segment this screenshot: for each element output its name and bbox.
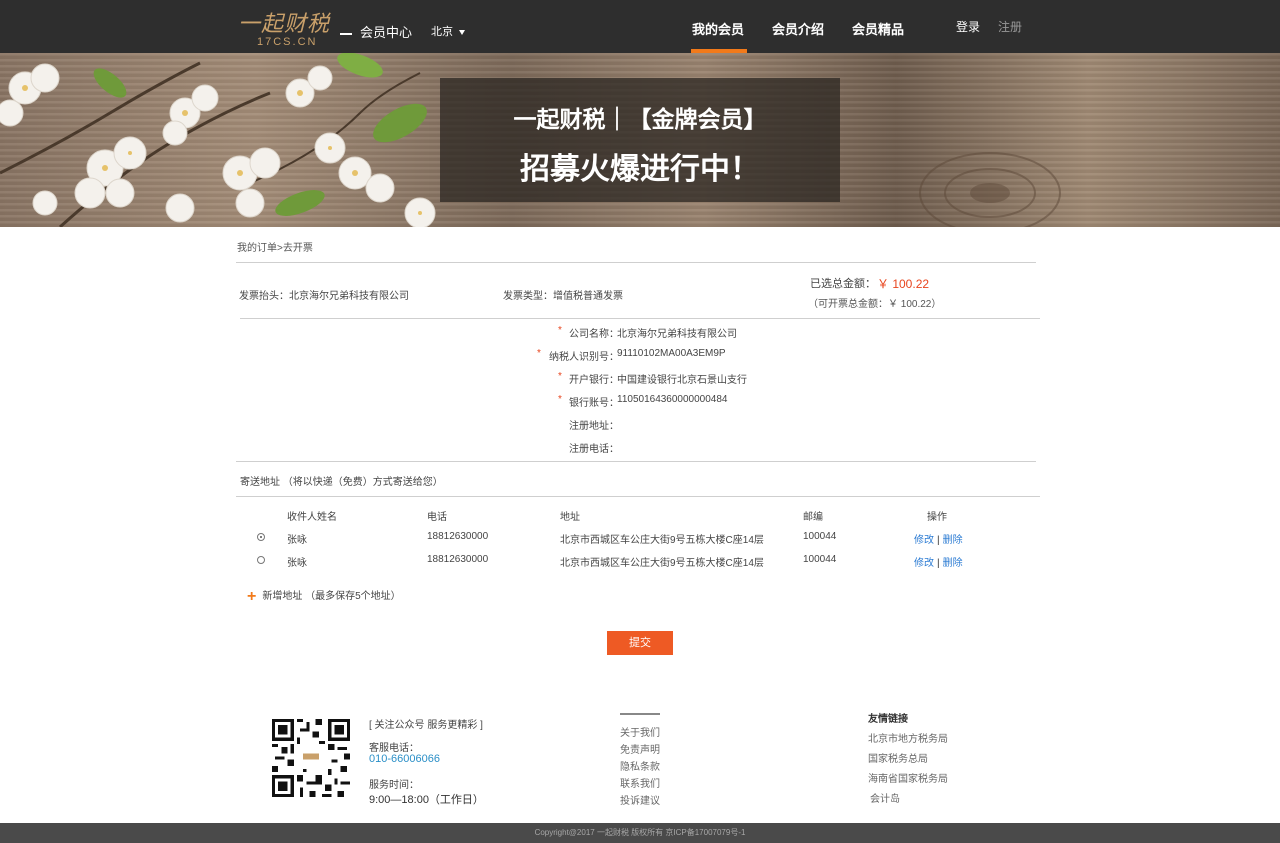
edit-link[interactable]: 修改 — [914, 558, 934, 569]
footer-link-privacy[interactable]: 隐私条款 — [620, 758, 660, 773]
invoice-title-label: 发票抬头： — [239, 291, 289, 302]
recipient-phone: 18812630000 — [427, 531, 489, 542]
friend-link-accounting-island[interactable]: 会计岛 — [870, 790, 900, 805]
add-address-label: 新增地址 （最多保存5个地址） — [262, 591, 401, 602]
column-header-actions: 操作 — [927, 512, 947, 523]
invoice-type-row: 发票类型：增值税普通发票 — [503, 287, 623, 302]
row-actions: 修改 | 删除 — [914, 554, 963, 569]
address-radio[interactable] — [257, 556, 265, 564]
footer-link-complaint[interactable]: 投诉建议 — [620, 792, 660, 807]
divider — [236, 496, 1040, 497]
invoice-type-value: 增值税普通发票 — [553, 291, 623, 302]
friend-link-hainan-tax[interactable]: 海南省国家税务局 — [868, 770, 948, 785]
city-selector[interactable]: 北京 — [431, 23, 465, 39]
divider — [236, 262, 1036, 263]
form-value[interactable]: 11050164360000000484 — [617, 394, 728, 405]
banner-text-box: 一起财税｜【金牌会员】 招募火爆进行中！ — [440, 78, 840, 202]
edit-link[interactable]: 修改 — [914, 535, 934, 546]
footer-link-contact[interactable]: 联系我们 — [620, 775, 660, 790]
invoice-title-value: 北京海尔兄弟科技有限公司 — [289, 291, 409, 302]
copyright-bar: Copyright@2017 一起财税 版权所有 京ICP备17007079号-… — [0, 823, 1280, 843]
required-mark: * — [558, 394, 562, 405]
recipient-zip: 100044 — [803, 531, 837, 542]
site-logo[interactable]: 一起财税 17CS.CN — [238, 6, 334, 50]
column-header-address: 地址 — [560, 512, 580, 523]
form-row-reg-address: 注册地址： — [490, 417, 890, 433]
total-amount-value: ￥ 100.22 — [877, 277, 930, 291]
required-mark: * — [537, 348, 541, 359]
form-row-reg-phone: 注册电话： — [490, 440, 890, 456]
row-actions: 修改 | 删除 — [914, 531, 963, 546]
plus-icon: + — [247, 588, 257, 605]
caret-down-icon — [459, 29, 465, 35]
nav-membership-premium[interactable]: 会员精品 — [852, 19, 904, 38]
shipping-title: 寄送地址 （将以快递（免费）方式寄送给您） — [240, 477, 443, 488]
service-tel-label: 客服电话： — [369, 743, 419, 754]
form-value[interactable]: 北京海尔兄弟科技有限公司 — [617, 325, 737, 340]
title-dash — [340, 32, 352, 35]
banner-subheadline: 招募火爆进行中！ — [520, 153, 760, 186]
form-value[interactable]: 91110102MA00A3EM9P — [617, 348, 726, 359]
nav-my-membership[interactable]: 我的会员 — [692, 19, 744, 38]
form-label: 开户银行： — [569, 375, 619, 386]
submit-button[interactable]: 提交 — [607, 631, 673, 655]
action-separator: | — [937, 558, 940, 569]
promo-banner[interactable]: 一起财税｜【金牌会员】 招募火爆进行中！ — [0, 53, 1280, 227]
delete-link[interactable]: 删除 — [943, 535, 963, 546]
friend-link-state-tax[interactable]: 国家税务总局 — [868, 750, 928, 765]
city-label: 北京 — [431, 26, 453, 38]
form-label: 纳税人识别号： — [549, 352, 619, 363]
column-header-zip: 邮编 — [803, 512, 823, 523]
total-amount-label: 已选总金额： — [810, 278, 876, 290]
form-label: 注册电话： — [569, 444, 619, 455]
recipient-address: 北京市西城区车公庄大街9号五栋大楼C座14层 — [560, 558, 764, 569]
login-link[interactable]: 登录 — [956, 18, 980, 35]
logo-subtext: 17CS.CN — [257, 36, 318, 48]
invoice-title-row: 发票抬头：北京海尔兄弟科技有限公司 — [239, 287, 409, 302]
friend-links-title: 友情链接 — [868, 714, 908, 725]
address-radio-selected[interactable] — [257, 533, 265, 541]
service-time: 9:00—18:00（工作日） — [369, 794, 484, 806]
recipient-phone: 18812630000 — [427, 554, 489, 565]
member-center-label: 会员中心 — [360, 25, 413, 40]
register-link[interactable]: 注册 — [998, 18, 1022, 35]
logo-text: 一起财税 — [238, 12, 331, 37]
available-amount: （可开票总金额：￥ 100.22） — [808, 299, 942, 310]
service-time-label: 服务时间： — [369, 780, 419, 791]
member-center-title: 会员中心 — [340, 22, 412, 41]
form-value[interactable]: 中国建设银行北京石景山支行 — [617, 371, 747, 386]
required-mark: * — [558, 371, 562, 382]
recipient-address: 北京市西城区车公庄大街9号五栋大楼C座14层 — [560, 535, 764, 546]
delete-link[interactable]: 删除 — [943, 558, 963, 569]
wechat-follow-text: [ 关注公众号 服务更精彩 ] — [369, 720, 483, 731]
form-label: 公司名称： — [569, 329, 619, 340]
qr-code-icon — [272, 719, 350, 797]
breadcrumb[interactable]: 我的订单>去开票 — [237, 239, 313, 254]
footer-link-disclaimer[interactable]: 免责声明 — [620, 741, 660, 756]
divider — [240, 318, 1040, 319]
top-navigation-bar: 一起财税 17CS.CN 会员中心 北京 我的会员 会员介绍 会员精品 登录 注… — [0, 0, 1280, 53]
nav-membership-intro[interactable]: 会员介绍 — [772, 19, 824, 38]
banner-headline: 一起财税｜【金牌会员】 — [513, 106, 767, 132]
form-row-tax-id: * 纳税人识别号： 91110102MA00A3EM9P — [490, 348, 890, 364]
divider — [236, 461, 1036, 462]
recipient-name: 张咏 — [287, 535, 307, 546]
action-separator: | — [937, 535, 940, 546]
footer-links-bar — [620, 713, 660, 715]
service-tel: 010-66006066 — [369, 753, 440, 765]
form-row-company-name: * 公司名称： 北京海尔兄弟科技有限公司 — [490, 325, 890, 341]
friend-link-beijing-tax[interactable]: 北京市地方税务局 — [868, 730, 948, 745]
form-row-bank: * 开户银行： 中国建设银行北京石景山支行 — [490, 371, 890, 387]
recipient-name: 张咏 — [287, 558, 307, 569]
form-label: 银行账号： — [569, 398, 619, 409]
column-header-phone: 电话 — [427, 512, 447, 523]
recipient-zip: 100044 — [803, 554, 837, 565]
add-address-button[interactable]: + 新增地址 （最多保存5个地址） — [247, 586, 401, 605]
column-header-name: 收件人姓名 — [287, 512, 337, 523]
footer-link-about[interactable]: 关于我们 — [620, 724, 660, 739]
invoice-type-label: 发票类型： — [503, 291, 553, 302]
form-row-bank-account: * 银行账号： 11050164360000000484 — [490, 394, 890, 410]
form-label: 注册地址： — [569, 421, 619, 432]
required-mark: * — [558, 325, 562, 336]
